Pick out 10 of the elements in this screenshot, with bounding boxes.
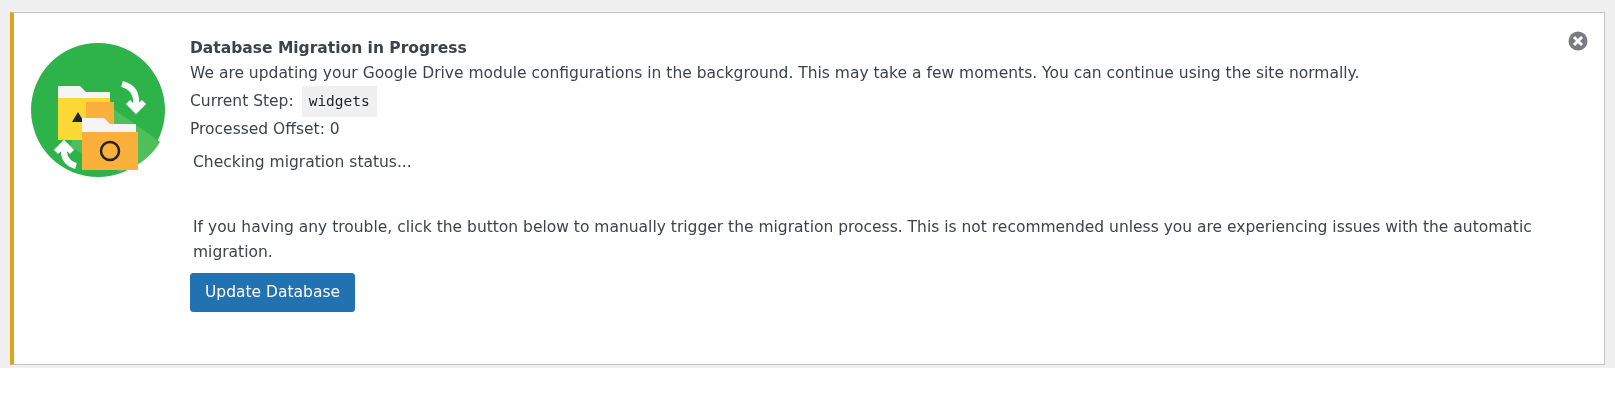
notice-description: We are updating your Google Drive module configurations in the background. This may take a few moments. You can continue using the site normally. — [190, 63, 1360, 84]
status-text: Checking migration status... — [193, 152, 412, 173]
step-label: Current Step: — [190, 91, 294, 112]
step-value: widgets — [301, 86, 377, 117]
update-database-button[interactable]: Update Database — [190, 273, 356, 313]
help-text: If you having any trouble, click the button below to manually trigger the migration process. This is not recommended unless you are experiencing issues with the automatic migration. — [193, 217, 1533, 263]
migration-logo-icon — [30, 42, 166, 178]
notice-title: Database Migration in Progress — [190, 38, 467, 59]
close-icon[interactable] — [1568, 31, 1588, 51]
processed-offset: Processed Offset: 0 — [190, 119, 340, 140]
